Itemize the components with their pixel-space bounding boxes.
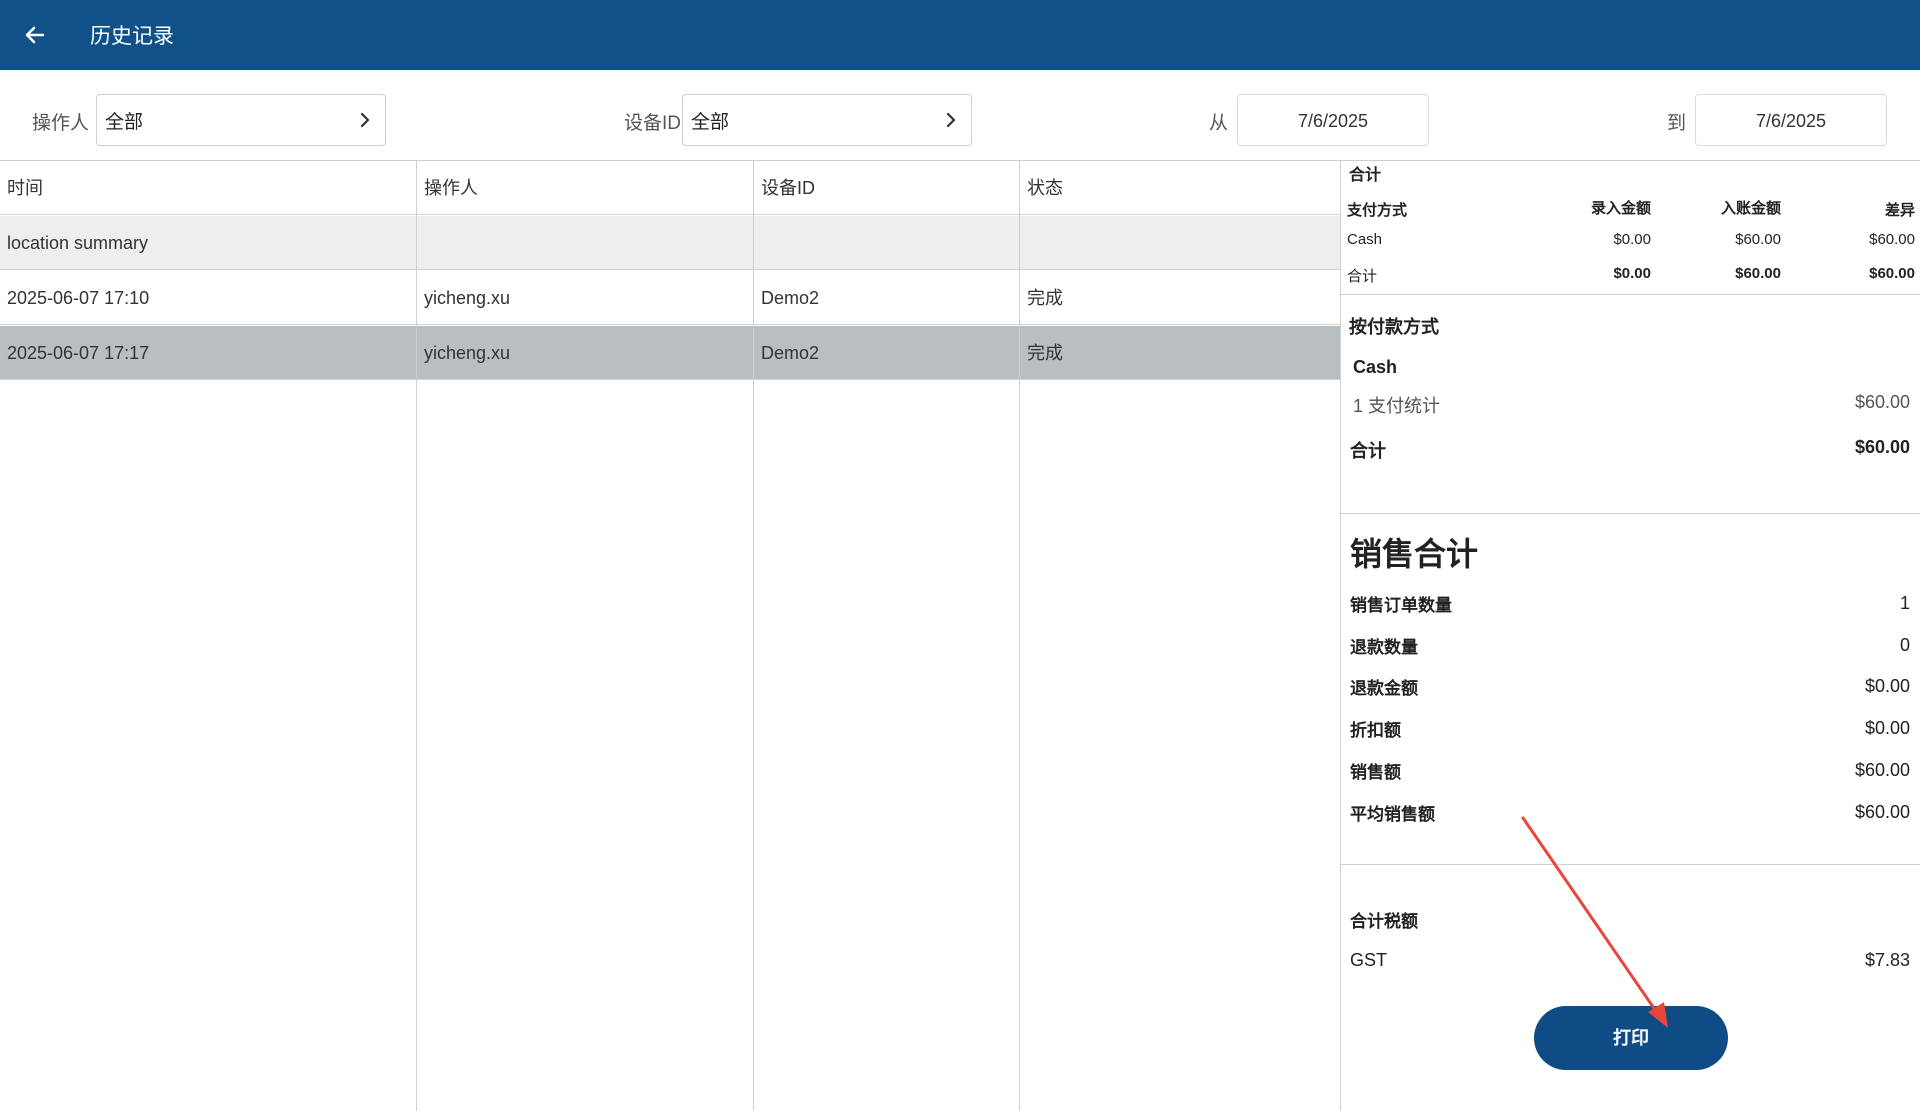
sales-order-count-label: 销售订单数量 — [1350, 596, 1452, 615]
row-time: 2025-06-07 17:10 — [7, 288, 150, 308]
section-divider — [1341, 513, 1920, 514]
sales-amount-value: $60.00 — [1854, 760, 1910, 780]
row-device: Demo2 — [761, 288, 820, 308]
row-status: 完成 — [1027, 343, 1063, 363]
pay-row-diff: $60.00 — [1869, 231, 1915, 248]
refund-count-value: 0 — [1899, 635, 1910, 655]
pay-col-diff: 差异 — [1884, 202, 1915, 219]
section-divider — [1341, 294, 1920, 295]
sales-amount-label: 销售额 — [1350, 763, 1401, 782]
row-time: 2025-06-07 17:17 — [7, 343, 150, 363]
row-device: Demo2 — [761, 343, 820, 363]
operator-label: 操作人 — [32, 113, 90, 134]
summary-panel: 合计 支付方式 录入金额 入账金额 差异 Cash $0.00 $60.00 $… — [1340, 161, 1920, 1111]
device-value: 全部 — [691, 111, 730, 133]
payment-count-value: $60.00 — [1854, 392, 1910, 412]
refund-amount-value: $0.00 — [1864, 676, 1910, 696]
column-header-operator: 操作人 — [424, 178, 478, 198]
to-date-input[interactable]: 7/6/2025 — [1695, 94, 1887, 146]
column-divider — [1019, 161, 1020, 1111]
row-status: 完成 — [1027, 288, 1063, 308]
column-header-status: 状态 — [1027, 178, 1063, 198]
back-button[interactable] — [0, 0, 70, 70]
column-divider — [416, 161, 417, 1111]
sales-order-count-value: 1 — [1899, 593, 1910, 613]
chevron-right-icon — [360, 112, 370, 128]
gst-value: $7.83 — [1864, 950, 1910, 970]
by-payment-total-label: 合计 — [1350, 441, 1386, 461]
table-header: 时间 操作人 设备ID 状态 — [0, 161, 1340, 215]
operator-select[interactable]: 全部 — [96, 94, 386, 146]
discount-label: 折扣额 — [1350, 721, 1401, 740]
app-header: 历史记录 — [0, 0, 1920, 70]
column-header-device: 设备ID — [761, 178, 815, 198]
payment-count-label: 1 支付统计 — [1353, 396, 1441, 416]
avg-sales-value: $60.00 — [1854, 802, 1910, 822]
to-label: 到 — [1667, 113, 1687, 134]
device-label: 设备ID — [624, 113, 682, 134]
column-header-time: 时间 — [7, 178, 43, 198]
tax-total-title: 合计税额 — [1350, 912, 1418, 931]
chevron-right-icon — [946, 112, 956, 128]
from-date-input[interactable]: 7/6/2025 — [1237, 94, 1429, 146]
summary-row-label: location summary — [7, 233, 149, 253]
refund-count-label: 退款数量 — [1350, 638, 1418, 657]
history-table: 时间 操作人 设备ID 状态 location summary 2025-06-… — [0, 161, 1340, 1111]
by-payment-total-value: $60.00 — [1854, 437, 1910, 457]
filter-bar: 操作人 全部 设备ID 全部 从 7/6/2025 到 7/6/2025 — [0, 70, 1920, 160]
table-row-selected[interactable]: 2025-06-07 17:17 yicheng.xu Demo2 完成 — [0, 326, 1340, 380]
device-select[interactable]: 全部 — [682, 94, 972, 146]
by-payment-title: 按付款方式 — [1349, 317, 1439, 337]
pay-col-method: 支付方式 — [1347, 202, 1408, 219]
total-header: 合计 — [1349, 167, 1382, 184]
sales-summary-title: 销售合计 — [1350, 536, 1479, 572]
row-operator: yicheng.xu — [424, 343, 511, 363]
print-button[interactable]: 打印 — [1534, 1006, 1728, 1070]
row-operator: yicheng.xu — [424, 288, 511, 308]
discount-value: $0.00 — [1864, 718, 1910, 738]
location-summary-row[interactable]: location summary — [0, 216, 1340, 270]
section-divider — [1341, 864, 1920, 865]
pay-row-method: Cash — [1347, 231, 1383, 248]
gst-label: GST — [1350, 950, 1388, 970]
column-divider — [753, 161, 754, 1111]
by-payment-method: Cash — [1353, 357, 1398, 377]
pay-total-diff: $60.00 — [1869, 265, 1915, 282]
from-label: 从 — [1209, 113, 1229, 134]
refund-amount-label: 退款金额 — [1350, 679, 1418, 698]
page-title: 历史记录 — [90, 25, 174, 48]
arrow-left-icon — [25, 26, 45, 44]
avg-sales-label: 平均销售额 — [1350, 805, 1435, 824]
table-row[interactable]: 2025-06-07 17:10 yicheng.xu Demo2 完成 — [0, 271, 1340, 325]
operator-value: 全部 — [105, 111, 144, 133]
pay-total-label: 合计 — [1347, 268, 1378, 285]
